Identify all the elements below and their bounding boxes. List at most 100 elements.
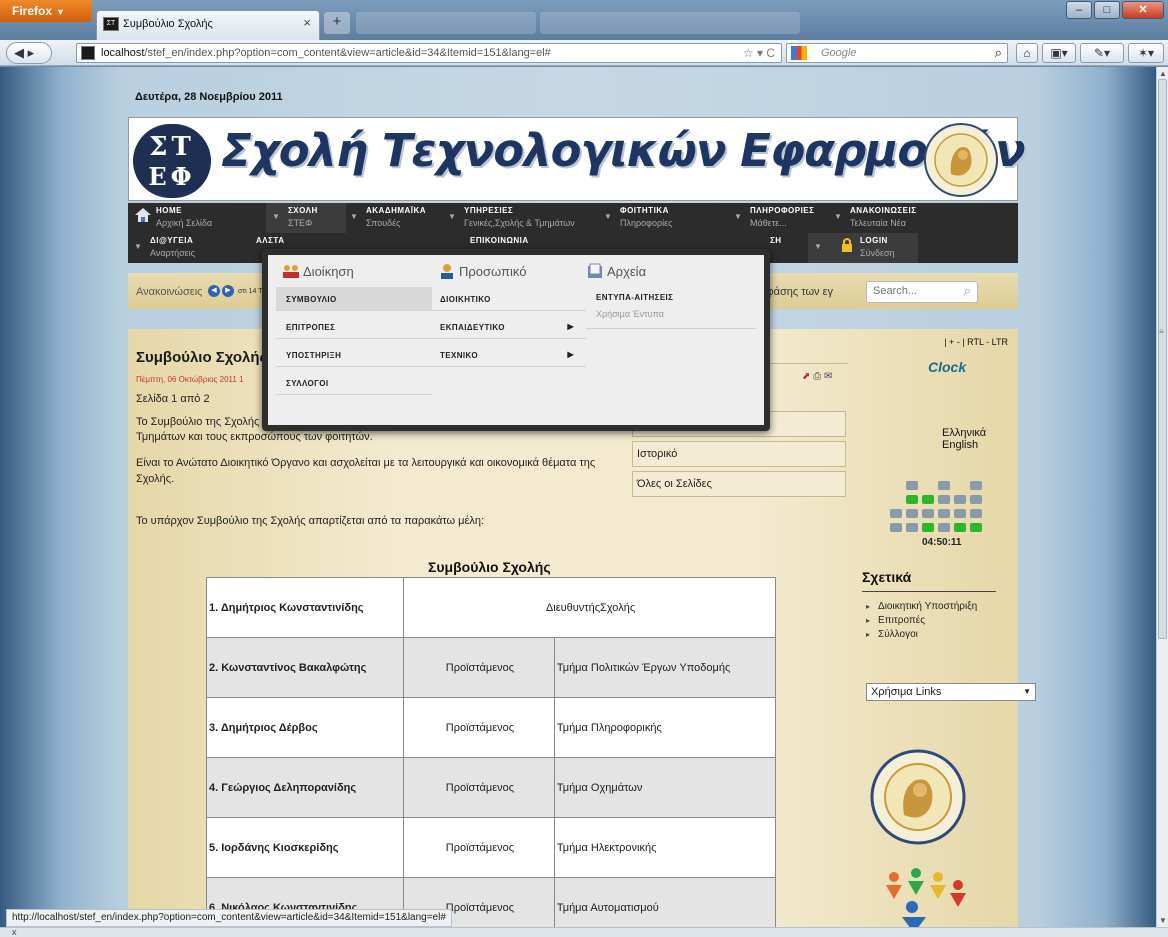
search-icon[interactable]: ⌕ <box>964 283 971 299</box>
menu-item-login[interactable]: ▼ LOGIN Σύνδεση <box>808 233 918 263</box>
dropdown-item-council[interactable]: ΣΥΜΒΟΥΛΙΟ <box>276 287 432 311</box>
scroll-down-icon[interactable]: ▼ <box>1159 916 1167 925</box>
ticker-prev-icon[interactable]: ◀ <box>208 285 220 297</box>
ticker-label: Ανακοινώσεις <box>136 286 203 298</box>
chevron-down-icon: ▼ <box>350 212 358 221</box>
dropdown-col-title: Αρχεία <box>586 263 646 279</box>
clock-led-off <box>970 481 982 490</box>
clock-led-off <box>906 509 918 518</box>
site-banner[interactable]: ΣΤ ΕΦ Σχολή Τεχνολογικών Εφαρμογών <box>128 117 1026 201</box>
bookmarks-button[interactable]: ▣▾ <box>1042 43 1076 63</box>
page-indicator: Σελίδα 1 από 2 <box>136 393 210 405</box>
page-scrollbar[interactable]: ▲ ≡ ▼ <box>1156 67 1168 927</box>
firefox-menu-button[interactable]: Firefox ▼ <box>0 0 92 22</box>
menu-item-info[interactable]: ▼ ΠΛΗΡΟΦΟΡΙΕΣ Μάθετε... <box>728 203 828 233</box>
chevron-down-icon: ▼ <box>134 242 142 251</box>
chevron-down-icon: ▼ <box>448 212 456 221</box>
menu-item-diavgeia[interactable]: ▼ ΔΙ@ΥΓΕΙΑ Αναρτήσεις <box>128 233 228 263</box>
related-title: Σχετικά <box>862 569 912 585</box>
dropdown-item-sublabel: Χρήσιμα Έντυπα <box>596 309 664 319</box>
dropdown-item-administrative[interactable]: ΔΙΟΙΚΗΤΙΚΟ <box>430 287 586 311</box>
menu-item-home[interactable]: HOME Αρχική Σελίδα <box>132 203 242 233</box>
browser-search-box[interactable]: Google ⌕ <box>786 43 1008 63</box>
addon-button[interactable]: ✎▾ <box>1080 43 1124 63</box>
clock-led-off <box>890 509 902 518</box>
menu-title: LOGIN <box>860 236 888 245</box>
member-role: Προϊστάμενος <box>403 757 555 818</box>
print-icon[interactable]: ⎙ <box>813 371 821 382</box>
dropdown-item-committees[interactable]: ΕΠΙΤΡΟΠΕΣ <box>276 315 432 339</box>
clock-led-off <box>906 481 918 490</box>
site-search[interactable]: ⌕ <box>866 281 978 303</box>
menu-title: ΕΠΙΚΟΙΝΩΝΙΑ <box>470 236 529 245</box>
toc-item[interactable]: Ιστορικό <box>632 441 846 467</box>
scrollbar-thumb[interactable] <box>1158 79 1167 639</box>
text-size-direction-controls[interactable]: | + - | RTL - LTR <box>944 337 1008 347</box>
tab-active[interactable]: ΣΤ Συμβούλιο Σχολής × <box>96 10 320 40</box>
scroll-up-icon[interactable]: ▲ <box>1159 69 1167 78</box>
menu-title: ΑΚΑΔΗΜΑΪΚΑ <box>366 206 427 215</box>
ticker-next-icon[interactable]: ▶ <box>222 285 234 297</box>
url-bar[interactable]: localhost/stef_en/index.php?option=com_c… <box>76 43 782 63</box>
useful-links-select[interactable]: Χρήσιμα Links ▼ <box>866 683 1036 701</box>
home-button[interactable]: ⌂ <box>1016 43 1038 63</box>
table-row: 5. Ιορδάνης Κιοσκερίδης Προϊστάμενος Τμή… <box>205 817 777 878</box>
menu-item-services[interactable]: ▼ ΥΠΗΡΕΣΙΕΣ Γενικές,Σχολής & Τμημάτων <box>442 203 622 233</box>
language-switcher[interactable]: Ελληνικά English <box>942 427 1018 451</box>
clock-led-on <box>922 495 934 504</box>
clock-led-on <box>954 523 966 532</box>
minimize-button[interactable]: – <box>1066 1 1092 19</box>
clock-led-off <box>970 495 982 504</box>
member-name: 5. Ιορδάνης Κιοσκερίδης <box>205 817 405 878</box>
clock-led-off <box>938 495 950 504</box>
related-link[interactable]: Επιτροπές <box>866 615 977 626</box>
toc-item[interactable]: Όλες οι Σελίδες <box>632 471 846 497</box>
ticker-fragment[interactable]: στι 14 Τ <box>238 288 262 295</box>
dropdown-item-educational[interactable]: ΕΚΠΑΙΔΕΥΤΙΚΟ ▶ <box>430 315 586 339</box>
chevron-down-icon: ▼ <box>814 242 822 251</box>
new-tab-button[interactable]: + <box>324 12 350 34</box>
tab-background[interactable] <box>540 12 800 34</box>
dropdown-panel: Διοίκηση Προσωπικό Αρχεία ΣΥΜΒΟΥΛΙΟ ΕΠΙΤ… <box>268 255 764 425</box>
close-icon[interactable]: × <box>303 15 311 30</box>
clock-led-off <box>954 509 966 518</box>
menu-subtitle: Αρχική Σελίδα <box>156 218 213 228</box>
back-forward-buttons[interactable]: ◀ ▸ <box>6 42 52 64</box>
email-icon[interactable]: ✉ <box>824 371 832 382</box>
dropdown-item-technical[interactable]: ΤΕΧΝΙΚΟ ▶ <box>430 343 586 367</box>
maximize-button[interactable]: □ <box>1094 1 1120 19</box>
binary-clock <box>890 469 990 533</box>
related-link[interactable]: Σύλλογοι <box>866 629 977 640</box>
tab-background[interactable] <box>356 12 536 34</box>
pdf-icon[interactable]: ⬈ <box>802 371 810 382</box>
member-role: ΔιευθυντήςΣχολής <box>403 577 776 638</box>
clock-led-off <box>922 509 934 518</box>
university-seal-icon[interactable] <box>868 747 968 847</box>
clock-led-off <box>954 495 966 504</box>
menu-item-student[interactable]: ▼ ΦΟΙΤΗΤΙΚΑ Πληροφορίες <box>598 203 708 233</box>
children-logo-icon[interactable] <box>872 865 972 927</box>
dropdown-item-forms[interactable]: ΕΝΤΥΠΑ-ΑΙΤΗΣΕΙΣ Χρήσιμα Έντυπα <box>586 287 756 329</box>
member-department: Τμήμα Πληροφορικής <box>553 697 777 758</box>
related-link[interactable]: Διοικητική Υποστήριξη <box>866 601 977 612</box>
bookmark-reload-icons[interactable]: ☆ ▾ C <box>743 46 775 60</box>
close-icon[interactable]: x <box>12 927 17 937</box>
menu-item-announcements[interactable]: ▼ ΑΝΑΚΟΙΝΩΣΕΙΣ Τελευταία Νέα <box>828 203 958 233</box>
menu-subtitle: Μάθετε... <box>750 218 787 228</box>
tools-button[interactable]: ✶▾ <box>1128 43 1164 63</box>
menu-item-school[interactable]: ▼ ΣΧΟΛΗ ΣΤΕΦ <box>266 203 346 233</box>
search-input[interactable] <box>873 285 953 297</box>
article-paragraph: Το υπάρχον Συμβούλιο της Σχολής απαρτίζε… <box>136 515 485 527</box>
member-department: Τμήμα Πολιτικών Έργων Υποδομής <box>553 637 777 698</box>
dropdown-item-associations[interactable]: ΣΥΛΛΟΓΟΙ <box>276 371 432 395</box>
menu-item-academics[interactable]: ▼ ΑΚΑΔΗΜΑΪΚΑ Σπουδές <box>344 203 454 233</box>
page-viewport: Δευτέρα, 28 Νοεμβρίου 2011 ΣΤ ΕΦ Σχολή Τ… <box>0 67 1156 927</box>
search-icon[interactable]: ⌕ <box>995 45 1002 61</box>
dropdown-item-support[interactable]: ΥΠΟΣΤΗΡΙΞΗ <box>276 343 432 367</box>
member-name: 4. Γεώργιος Δεληπορανίδης <box>205 757 405 818</box>
member-role: Προϊστάμενος <box>403 817 555 878</box>
member-role: Προϊστάμενος <box>403 697 555 758</box>
window-close-button[interactable]: ✕ <box>1122 1 1164 19</box>
dropdown-col-title: Προσωπικό <box>438 263 526 279</box>
clock-led-off <box>906 523 918 532</box>
